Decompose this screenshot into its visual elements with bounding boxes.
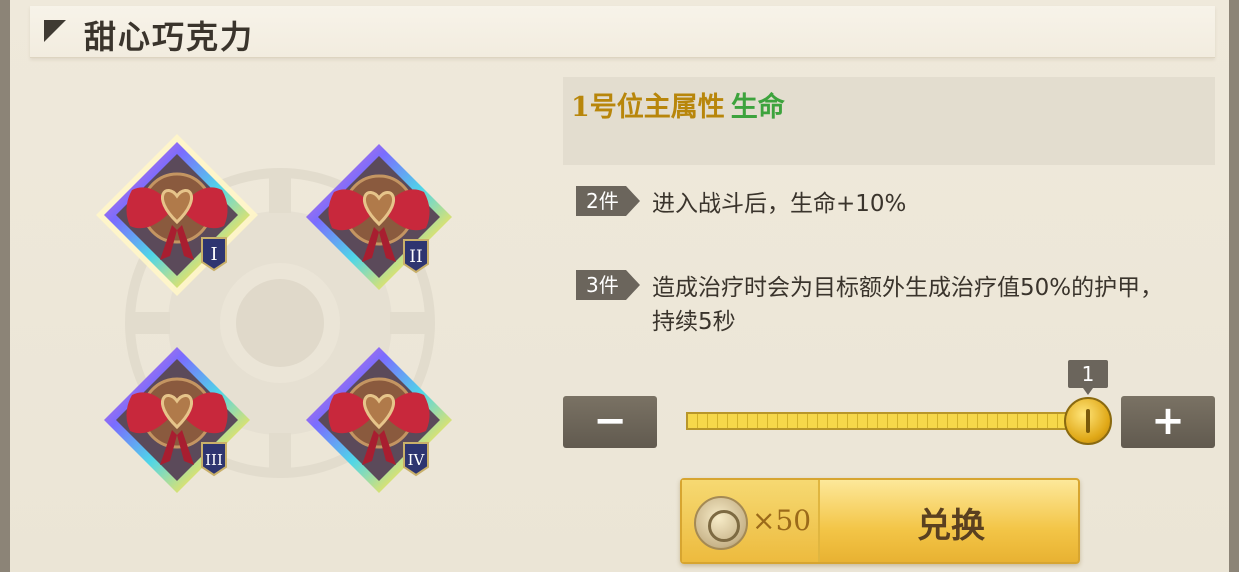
decrease-button[interactable]: − (563, 396, 657, 448)
page-title: 甜心巧克力 (84, 18, 255, 56)
relic-piece-2[interactable]: II (294, 132, 464, 302)
relic-piece-4[interactable]: IV (294, 335, 464, 505)
main-attribute-value: 生命 (730, 92, 785, 123)
quantity-slider-track[interactable] (686, 412, 1086, 430)
chocolate-bow-icon: IV (306, 347, 452, 493)
main-attribute-box: 1号位主属性 生命 (563, 77, 1215, 165)
svg-text:I: I (210, 244, 217, 265)
svg-text:III: III (205, 451, 223, 469)
increase-button[interactable]: + (1121, 396, 1215, 448)
chocolate-bow-icon: III (104, 347, 250, 493)
set-bonus-text: 进入战斗后，生命+10% (652, 191, 907, 217)
chocolate-bow-icon: II (306, 144, 452, 290)
set-bonus-text: 造成治疗时会为目标额外生成治疗值50%的护甲，持续5秒 (652, 275, 1164, 335)
chocolate-bow-icon: I (96, 134, 258, 296)
cost-amount: ×50 (752, 504, 812, 537)
svg-text:II: II (409, 247, 422, 267)
quantity-slider-thumb[interactable] (1064, 397, 1112, 445)
coin-icon (694, 496, 748, 550)
relic-piece-3[interactable]: III (92, 335, 262, 505)
exchange-button[interactable]: ×50 兑换 (680, 478, 1080, 564)
header-triangle-icon (44, 20, 66, 42)
svg-text:IV: IV (408, 451, 426, 469)
plus-icon: + (1151, 398, 1185, 444)
header-bar: 甜心巧克力 (30, 6, 1215, 58)
main-attribute-text: 1号位主属性 生命 (571, 85, 785, 124)
minus-icon: − (593, 398, 627, 444)
cost-area: ×50 (682, 480, 820, 562)
main-attribute-label: 1号位主属性 (571, 92, 725, 123)
relic-piece-1[interactable]: I (92, 130, 262, 300)
exchange-label: 兑换 (917, 506, 985, 546)
quantity-count-badge: 1 (1068, 360, 1108, 395)
